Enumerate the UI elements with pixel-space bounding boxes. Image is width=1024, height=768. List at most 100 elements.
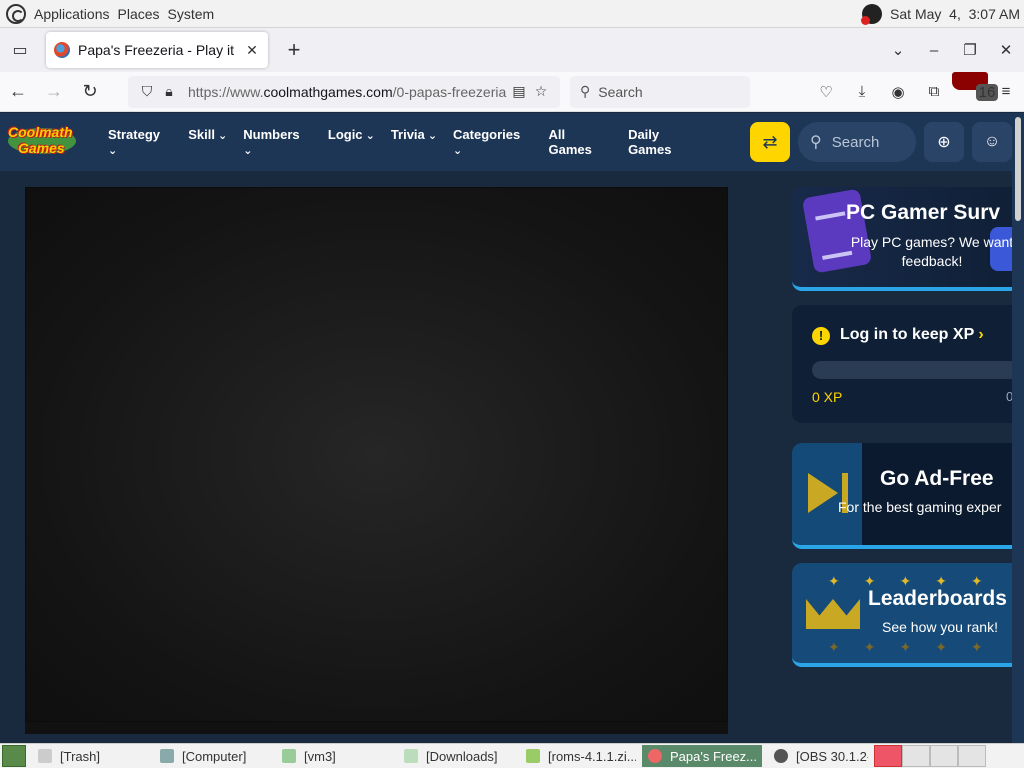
survey-text: Play PC games? We want feedback! xyxy=(850,234,1012,269)
play-icon xyxy=(808,473,838,513)
tab-strip: ▭ Papa's Freezeria - Play it Online ✕ + … xyxy=(0,28,1024,72)
show-desktop-icon[interactable] xyxy=(2,745,26,767)
game-canvas[interactable] xyxy=(25,187,728,722)
workspace-switcher xyxy=(874,745,986,767)
nav-numbers[interactable]: Numbers xyxy=(243,127,312,157)
shuffle-button[interactable]: ⇄ xyxy=(750,122,791,162)
scrollbar-thumb[interactable] xyxy=(1015,117,1021,221)
menu-hamburger-icon[interactable]: ≡ xyxy=(988,83,1024,100)
obs-tray-icon[interactable] xyxy=(861,3,883,25)
user-icon: ☺ xyxy=(983,133,1001,150)
taskbar-label: [vm3] xyxy=(304,748,336,764)
tracking-shield-icon[interactable]: ⛉ xyxy=(136,83,158,100)
taskbar-item-obs[interactable]: [OBS 30.1.2-1... xyxy=(768,745,868,767)
browser-search-input[interactable]: ⚲ Search xyxy=(570,75,750,108)
coolmath-favicon-icon xyxy=(54,42,70,58)
leaderboards-card[interactable]: ✦✦✦✦✦ ✦✦✦✦✦ Leaderboards See how you ran… xyxy=(792,563,1012,667)
tab-overflow-chevron-icon[interactable]: ⌄ xyxy=(880,41,916,59)
clock[interactable]: Sat May 4, 3:07 AM xyxy=(890,6,1020,22)
computer-icon xyxy=(160,749,174,763)
url-bar[interactable]: ⛉ 🔒︎ https://www.coolmathgames.com/0-pap… xyxy=(128,75,560,108)
page-scrollbar[interactable] xyxy=(1012,113,1024,743)
places-menu[interactable]: Places xyxy=(118,6,160,22)
maximize-icon[interactable]: ❐ xyxy=(952,41,988,59)
workspace-4[interactable] xyxy=(958,745,986,767)
reload-icon[interactable]: ↻ xyxy=(72,81,108,102)
nav-trivia[interactable]: Trivia xyxy=(391,127,437,157)
ublock-icon[interactable]: 16 xyxy=(952,72,999,111)
taskbar-item-downloads[interactable]: [Downloads] xyxy=(398,745,514,767)
login-xp-card[interactable]: ! Log in to keep XP 0 XP 0 xyxy=(792,305,1012,423)
ad-free-title: Go Ad-Free xyxy=(880,467,994,490)
page-content: PC Gamer Surv Play PC games? We want fee… xyxy=(0,171,1012,743)
close-tab-icon[interactable]: ✕ xyxy=(244,42,260,59)
new-tab-icon[interactable]: + xyxy=(276,37,312,63)
extensions-icon[interactable]: ⧉ xyxy=(916,83,952,100)
system-top-panel: Applications Places System Sat May 4, 3:… xyxy=(0,0,1024,28)
leaderboards-text: See how you rank! xyxy=(882,619,998,635)
taskbar-label: [Computer] xyxy=(182,748,247,764)
minimize-icon[interactable]: – xyxy=(916,42,952,59)
close-window-icon[interactable]: ✕ xyxy=(988,41,1024,59)
workspace-3[interactable] xyxy=(930,745,958,767)
back-icon[interactable]: ← xyxy=(0,81,36,102)
pc-gamer-survey-card[interactable]: PC Gamer Surv Play PC games? We want fee… xyxy=(792,187,1012,291)
taskbar-item-roms[interactable]: [roms-4.1.1.zi... xyxy=(520,745,636,767)
taskbar-label: Papa's Freez... xyxy=(670,748,758,764)
taskbar-item-computer[interactable]: [Computer] xyxy=(154,745,270,767)
nav-categories[interactable]: Categories xyxy=(453,127,532,157)
lock-icon[interactable]: 🔒︎ xyxy=(158,83,180,100)
search-icon: ⚲ xyxy=(580,83,591,99)
workspace-2[interactable] xyxy=(902,745,930,767)
coolmath-logo[interactable]: Coolmath Games xyxy=(8,122,76,162)
nav-daily-games[interactable]: Daily Games xyxy=(628,127,706,157)
taskbar-item-firefox[interactable]: Papa's Freez... xyxy=(642,745,762,767)
login-xp-title[interactable]: Log in to keep XP xyxy=(840,326,984,344)
site-search-input[interactable]: ⚲ Search xyxy=(798,122,917,162)
crown-icon xyxy=(806,599,860,629)
warning-icon: ! xyxy=(812,327,830,345)
workspace-1[interactable] xyxy=(874,745,902,767)
browser-search-placeholder: Search xyxy=(598,83,643,100)
tab-title: Papa's Freezeria - Play it Online xyxy=(78,42,238,58)
tab-papas-freezeria[interactable]: Papa's Freezeria - Play it Online ✕ xyxy=(46,32,268,68)
taskbar-label: [OBS 30.1.2-1... xyxy=(796,748,868,764)
url-text[interactable]: https://www.coolmathgames.com/0-papas-fr… xyxy=(188,84,508,100)
pocket-icon[interactable]: ♡ xyxy=(808,83,844,101)
language-button[interactable]: ⊕ xyxy=(924,122,964,162)
taskbar-item-trash[interactable]: [Trash] xyxy=(32,745,148,767)
account-icon[interactable]: ◉ xyxy=(880,83,916,101)
nav-skill[interactable]: Skill xyxy=(188,127,227,157)
site-nav: Strategy Skill Numbers Logic Trivia Cate… xyxy=(108,127,706,157)
downloads-icon[interactable]: ⤓ xyxy=(844,83,880,100)
logo-text-line2: Games xyxy=(18,140,65,156)
taskbar-label: [Trash] xyxy=(60,748,100,764)
list-all-tabs-icon[interactable]: ▭ xyxy=(0,40,40,60)
system-logo-icon[interactable] xyxy=(6,3,26,24)
game-bottom-bar xyxy=(25,722,728,734)
leaderboards-title: Leaderboards xyxy=(868,587,1007,610)
globe-icon: ⊕ xyxy=(937,134,951,151)
site-header: Coolmath Games Strategy Skill Numbers Lo… xyxy=(0,113,1012,171)
navigation-bar: ← → ↻ ⛉ 🔒︎ https://www.coolmathgames.com… xyxy=(0,72,1024,112)
reader-view-icon[interactable]: ▤ xyxy=(508,83,530,100)
applications-menu[interactable]: Applications xyxy=(34,6,110,22)
go-ad-free-card[interactable]: Go Ad-Free For the best gaming exper xyxy=(792,443,1012,549)
bottom-taskbar: [Trash] [Computer] [vm3] [Downloads] [ro… xyxy=(0,743,1024,768)
xp-progress-bar xyxy=(812,361,1012,379)
bookmark-star-icon[interactable]: ☆ xyxy=(530,83,552,100)
archive-icon xyxy=(526,749,540,763)
ad-free-text: For the best gaming exper xyxy=(838,499,1002,515)
taskbar-label: [roms-4.1.1.zi... xyxy=(548,748,636,764)
nav-strategy[interactable]: Strategy xyxy=(108,127,172,157)
nav-logic[interactable]: Logic xyxy=(328,127,375,157)
forward-icon[interactable]: → xyxy=(36,81,72,102)
folder-icon xyxy=(282,749,296,763)
taskbar-item-vm3[interactable]: [vm3] xyxy=(276,745,392,767)
nav-all-games[interactable]: All Games xyxy=(549,127,613,157)
logo-text-line1: Coolmath xyxy=(8,124,73,140)
stars-decoration-bottom-icon: ✦✦✦✦✦ xyxy=(828,639,1007,655)
system-menu[interactable]: System xyxy=(168,6,215,22)
account-button[interactable]: ☺ xyxy=(972,122,1012,162)
search-icon: ⚲ xyxy=(810,134,822,151)
